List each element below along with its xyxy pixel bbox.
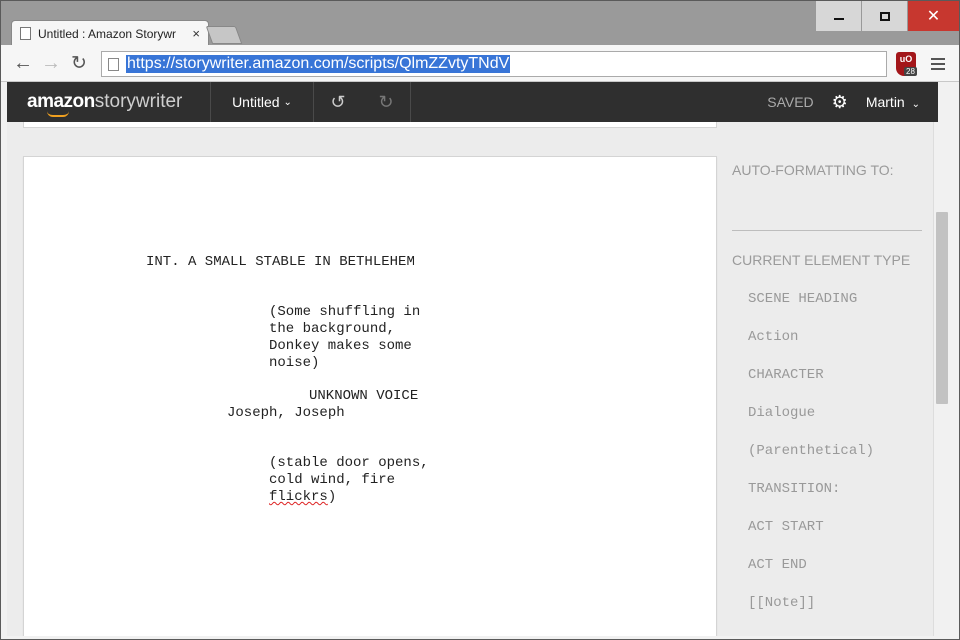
- parenthetical-line: the background,: [269, 321, 396, 337]
- previous-page: [23, 122, 717, 128]
- formatting-sidebar: AUTO-FORMATTING TO: CURRENT ELEMENT TYPE…: [732, 122, 937, 636]
- sidebar-divider: [732, 230, 922, 231]
- parenthetical-line: flickrs): [269, 489, 479, 506]
- browser-window: Untitled : Amazon Storywr × ✕ ← → ↻ http…: [0, 0, 960, 640]
- auto-formatting-label: AUTO-FORMATTING TO:: [732, 162, 894, 178]
- page-icon: [20, 27, 31, 40]
- browser-menu-icon[interactable]: [927, 53, 949, 75]
- back-arrow-icon[interactable]: ←: [9, 49, 37, 77]
- element-type-parenthetical[interactable]: (Parenthetical): [748, 443, 874, 459]
- parenthetical[interactable]: (stable door opens, cold wind, fire flic…: [269, 455, 479, 506]
- document-title-menu[interactable]: Untitled ⌄: [211, 82, 313, 122]
- user-menu[interactable]: Martin ⌄: [866, 94, 920, 110]
- header-right: SAVED ⚙ Martin ⌄: [767, 82, 920, 122]
- scene-heading[interactable]: INT. A SMALL STABLE IN BETHLEHEM: [146, 254, 415, 271]
- page-scrollbar[interactable]: [933, 122, 949, 636]
- parenthetical-line: cold wind, fire: [269, 472, 396, 488]
- maximize-button[interactable]: [861, 1, 907, 31]
- parenthetical-line: noise): [269, 355, 320, 371]
- address-bar[interactable]: https://storywriter.amazon.com/scripts/Q…: [101, 51, 887, 77]
- browser-toolbar: ← → ↻ https://storywriter.amazon.com/scr…: [1, 45, 959, 82]
- reload-icon[interactable]: ↻: [65, 49, 93, 77]
- parenthetical-line: Donkey makes some: [269, 338, 412, 354]
- element-type-act-start[interactable]: ACT START: [748, 519, 824, 535]
- redo-icon[interactable]: ↻: [362, 82, 410, 122]
- logo-storywriter-text: storywriter: [94, 91, 183, 112]
- tab-title: Untitled : Amazon Storywr: [38, 26, 177, 41]
- logo-amazon-text: amazon: [27, 91, 95, 112]
- element-type-note[interactable]: [[Note]]: [748, 595, 815, 611]
- chevron-down-icon: ⌄: [911, 99, 920, 110]
- app-header: amazon storywriter Untitled ⌄ ↺ ↻ SAVED ⚙…: [7, 82, 938, 122]
- gear-icon[interactable]: ⚙: [832, 92, 848, 113]
- scrollbar-thumb[interactable]: [936, 212, 948, 404]
- script-page[interactable]: INT. A SMALL STABLE IN BETHLEHEM (Some s…: [23, 156, 717, 636]
- parenthetical-line: (stable door opens,: [269, 455, 429, 471]
- parenthetical-close: ): [327, 489, 337, 505]
- editor-area: INT. A SMALL STABLE IN BETHLEHEM (Some s…: [7, 122, 938, 636]
- amazon-storywriter-logo[interactable]: amazon storywriter: [7, 82, 210, 122]
- document-title: Untitled: [232, 94, 280, 110]
- save-status: SAVED: [767, 94, 814, 110]
- minimize-icon: [833, 18, 844, 20]
- header-divider: [410, 82, 411, 122]
- amazon-smile-icon: [47, 111, 69, 117]
- tab-close-icon[interactable]: ×: [192, 26, 200, 41]
- browser-tab[interactable]: Untitled : Amazon Storywr ×: [11, 20, 209, 46]
- element-type-action[interactable]: Action: [748, 329, 798, 345]
- parenthetical-line: (Some shuffling in: [269, 304, 421, 320]
- element-type-act-end[interactable]: ACT END: [748, 557, 807, 573]
- misspelled-word[interactable]: flickrs: [269, 489, 328, 505]
- url-text[interactable]: https://storywriter.amazon.com/scripts/Q…: [126, 55, 511, 73]
- close-window-button[interactable]: ✕: [907, 1, 959, 31]
- chevron-down-icon: ⌄: [283, 96, 292, 108]
- close-icon: ✕: [926, 8, 941, 25]
- element-type-scene-heading[interactable]: SCENE HEADING: [748, 291, 857, 307]
- title-bar: Untitled : Amazon Storywr × ✕: [1, 1, 959, 46]
- character-name[interactable]: UNKNOWN VOICE: [309, 388, 418, 405]
- undo-icon[interactable]: ↺: [314, 82, 362, 122]
- new-tab-button[interactable]: [205, 26, 243, 44]
- current-element-type-label: CURRENT ELEMENT TYPE: [732, 252, 911, 268]
- element-type-dialogue[interactable]: Dialogue: [748, 405, 815, 421]
- dialogue[interactable]: Joseph, Joseph: [227, 405, 345, 422]
- minimize-button[interactable]: [815, 1, 861, 31]
- page-icon: [108, 57, 119, 71]
- extension-badge: 28: [904, 67, 917, 76]
- window-controls: ✕: [815, 1, 959, 31]
- maximize-icon: [879, 11, 890, 21]
- element-type-transition[interactable]: TRANSITION:: [748, 481, 840, 497]
- forward-arrow-icon[interactable]: →: [37, 49, 65, 77]
- user-name: Martin: [865, 94, 905, 110]
- element-type-character[interactable]: CHARACTER: [748, 367, 824, 383]
- parenthetical[interactable]: (Some shuffling in the background, Donke…: [269, 304, 479, 372]
